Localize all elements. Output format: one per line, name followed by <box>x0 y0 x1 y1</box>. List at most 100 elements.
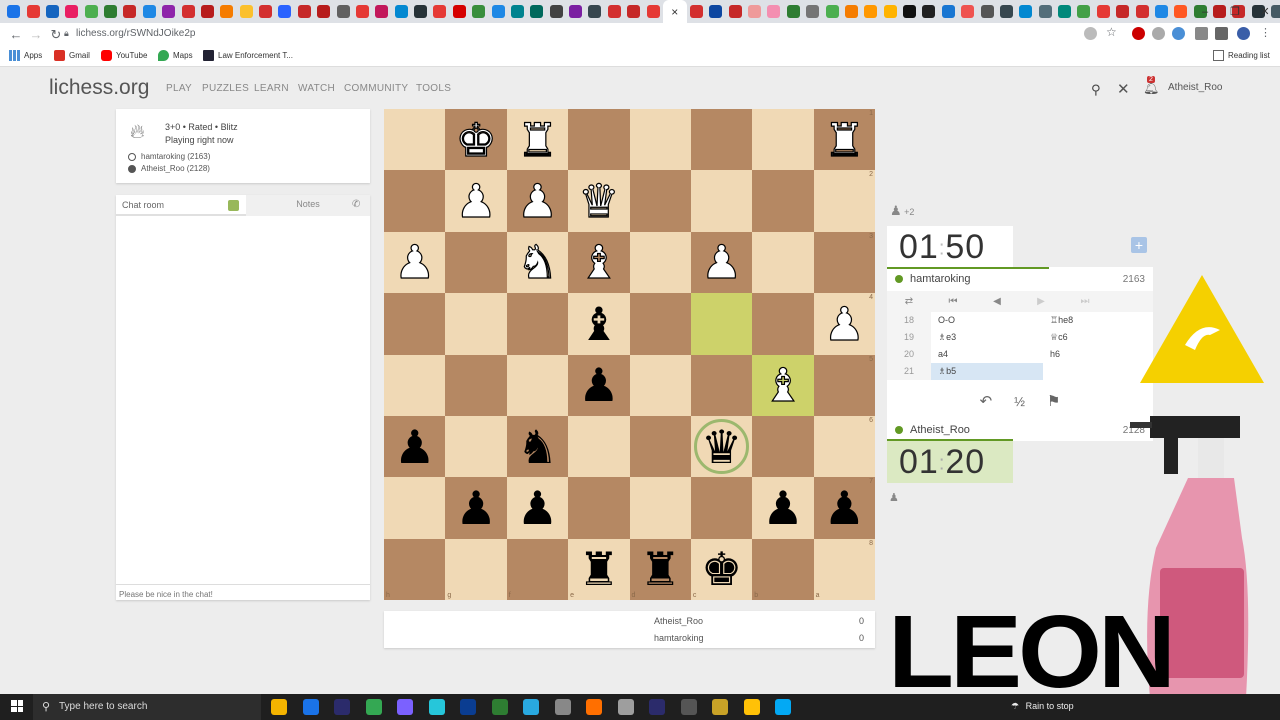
white-rook-icon[interactable]: ♜︎ <box>516 116 558 163</box>
black-pawn-icon[interactable]: ♟︎ <box>762 485 803 531</box>
board-square[interactable]: ♜︎ <box>506 109 569 171</box>
browser-tab-favicon[interactable] <box>162 5 176 18</box>
browser-tab-favicon[interactable] <box>999 5 1013 18</box>
white-knight-icon[interactable]: ♞︎ <box>516 239 558 286</box>
board-square[interactable] <box>445 354 507 416</box>
puzzle-icon[interactable] <box>1195 27 1208 40</box>
browser-tab-favicon[interactable] <box>259 5 273 18</box>
browser-tab-favicon[interactable] <box>452 5 466 18</box>
star-icon[interactable]: ☆ <box>1106 25 1117 39</box>
active-tab-close-button[interactable]: × <box>662 0 687 23</box>
browser-tab-favicon[interactable] <box>767 5 781 18</box>
board-square[interactable] <box>752 293 814 355</box>
browser-tab-favicon[interactable] <box>394 5 408 18</box>
board-square[interactable] <box>752 231 814 294</box>
resign-flag-icon[interactable]: ⚑ <box>1047 392 1060 414</box>
black-knight-icon[interactable]: ♞︎ <box>517 424 558 470</box>
browser-tab-favicon[interactable] <box>607 5 621 18</box>
reload-icon[interactable]: ↻ <box>46 27 66 43</box>
white-player-entry[interactable]: hamtaroking (2163) <box>128 152 210 161</box>
browser-tab-favicon[interactable] <box>569 5 583 18</box>
browser-tab-favicon[interactable] <box>220 5 234 18</box>
vlc-icon[interactable] <box>586 699 602 715</box>
black-queen-icon[interactable]: ♛︎ <box>701 424 742 470</box>
board-square[interactable] <box>690 109 753 171</box>
phone-icon[interactable]: ✆ <box>352 199 360 210</box>
chrome-icon[interactable] <box>302 699 319 715</box>
board-square[interactable]: ♝︎ <box>568 231 630 294</box>
shield-extension-icon[interactable] <box>1152 27 1165 40</box>
search-icon[interactable]: ⚲ <box>1091 82 1101 98</box>
board-square[interactable]: ♟︎ <box>384 415 446 478</box>
taskbar-search[interactable]: ⚲ Type here to search <box>33 694 261 720</box>
media-encoder-icon[interactable] <box>649 699 665 715</box>
black-pawn-icon[interactable]: ♟︎ <box>578 362 619 408</box>
board-square[interactable]: 6 <box>813 415 875 478</box>
board-square[interactable] <box>384 293 446 355</box>
board-square[interactable] <box>629 231 691 294</box>
nav-tools[interactable]: TOOLS <box>416 83 451 94</box>
bookmark-gmail[interactable]: Gmail <box>54 50 90 61</box>
board-square[interactable]: ♟︎ <box>752 477 814 539</box>
white-bishop-icon[interactable]: ♝︎ <box>578 239 620 286</box>
board-square[interactable]: f <box>506 538 569 600</box>
black-rook-icon[interactable]: ♜︎ <box>578 546 619 592</box>
browser-tab-favicon[interactable] <box>1135 5 1149 18</box>
browser-tab-favicon[interactable] <box>1019 5 1033 18</box>
browser-tab-favicon[interactable] <box>549 5 563 18</box>
bookmark-maps[interactable]: Maps <box>158 50 193 61</box>
board-square[interactable]: ♞︎ <box>506 415 569 478</box>
user-menu[interactable]: Atheist_Roo <box>1168 82 1222 93</box>
after-effects-icon[interactable] <box>334 699 350 715</box>
browser-tab-favicon[interactable] <box>104 5 118 18</box>
browser-tab-favicon[interactable] <box>491 5 505 18</box>
browser-tab-favicon[interactable] <box>26 5 40 18</box>
close-icon[interactable]: ✕ <box>1117 80 1130 98</box>
move-white[interactable]: a4 <box>931 346 1043 363</box>
browser-tab-favicon[interactable] <box>1038 5 1052 18</box>
chat-input[interactable] <box>116 584 370 600</box>
move-white[interactable]: ♗b5 <box>931 363 1043 380</box>
app-icon[interactable] <box>775 699 791 715</box>
board-square[interactable]: ♜︎ e <box>568 538 630 600</box>
profile-avatar[interactable] <box>1237 27 1250 40</box>
file-explorer-icon[interactable] <box>271 699 287 715</box>
black-pawn-icon[interactable]: ♟︎ <box>824 485 865 531</box>
top-player-row[interactable]: hamtaroking 2163 <box>887 268 1153 290</box>
chess-board[interactable]: ♚︎ ♜︎ ♜︎ 1 ♟︎ ♟︎ ♛︎ 2 ♟︎ ♞︎ ♝︎ ♟︎ 3 ♝︎ ♟︎ 4 ♟︎ ♝︎ 5 ♟︎ ♞︎ ♛︎ 6… <box>384 109 875 600</box>
board-square[interactable]: ♜︎ 1 <box>813 109 875 171</box>
board-square[interactable] <box>629 109 691 171</box>
board-square[interactable] <box>445 293 507 355</box>
board-square[interactable]: ♟︎ 7 <box>813 477 875 539</box>
browser-tab-favicon[interactable] <box>627 5 641 18</box>
add-time-button[interactable]: + <box>1131 237 1147 253</box>
board-square[interactable] <box>752 415 814 478</box>
bookmark-youtube[interactable]: YouTube <box>101 50 147 61</box>
black-king-icon[interactable]: ♚︎ <box>701 546 742 592</box>
prev-move-icon[interactable]: ◀ <box>975 296 1019 307</box>
white-rook-icon[interactable]: ♜︎ <box>823 116 865 163</box>
game-icon[interactable] <box>712 699 728 715</box>
black-pawn-icon[interactable]: ♟︎ <box>394 424 435 470</box>
browser-tab-favicon[interactable] <box>7 5 21 18</box>
browser-tab-favicon[interactable] <box>980 5 994 18</box>
browser-tab-favicon[interactable] <box>689 5 703 18</box>
board-square[interactable]: ♟︎ <box>445 170 507 232</box>
board-square[interactable] <box>629 170 691 232</box>
chrome-alt-icon[interactable] <box>365 699 382 715</box>
browser-tab-favicon[interactable] <box>806 5 820 18</box>
board-square[interactable]: ♝︎ <box>568 293 630 355</box>
board-square[interactable] <box>690 293 753 355</box>
browser-tab-favicon[interactable] <box>825 5 839 18</box>
board-square[interactable] <box>445 231 507 294</box>
browser-tab-favicon[interactable] <box>239 5 253 18</box>
board-square[interactable] <box>629 354 691 416</box>
browser-tab-favicon[interactable] <box>1077 5 1091 18</box>
photoshop-icon[interactable] <box>460 699 476 715</box>
last-move-icon[interactable]: ⏭ <box>1063 296 1107 307</box>
browser-tab-favicon[interactable] <box>433 5 447 18</box>
board-square[interactable] <box>568 109 630 171</box>
browser-tab-favicon[interactable] <box>786 5 800 18</box>
tab-chat-room[interactable]: Chat room <box>116 195 246 216</box>
weather-widget[interactable]: ☂ Rain to stop <box>1011 701 1074 712</box>
